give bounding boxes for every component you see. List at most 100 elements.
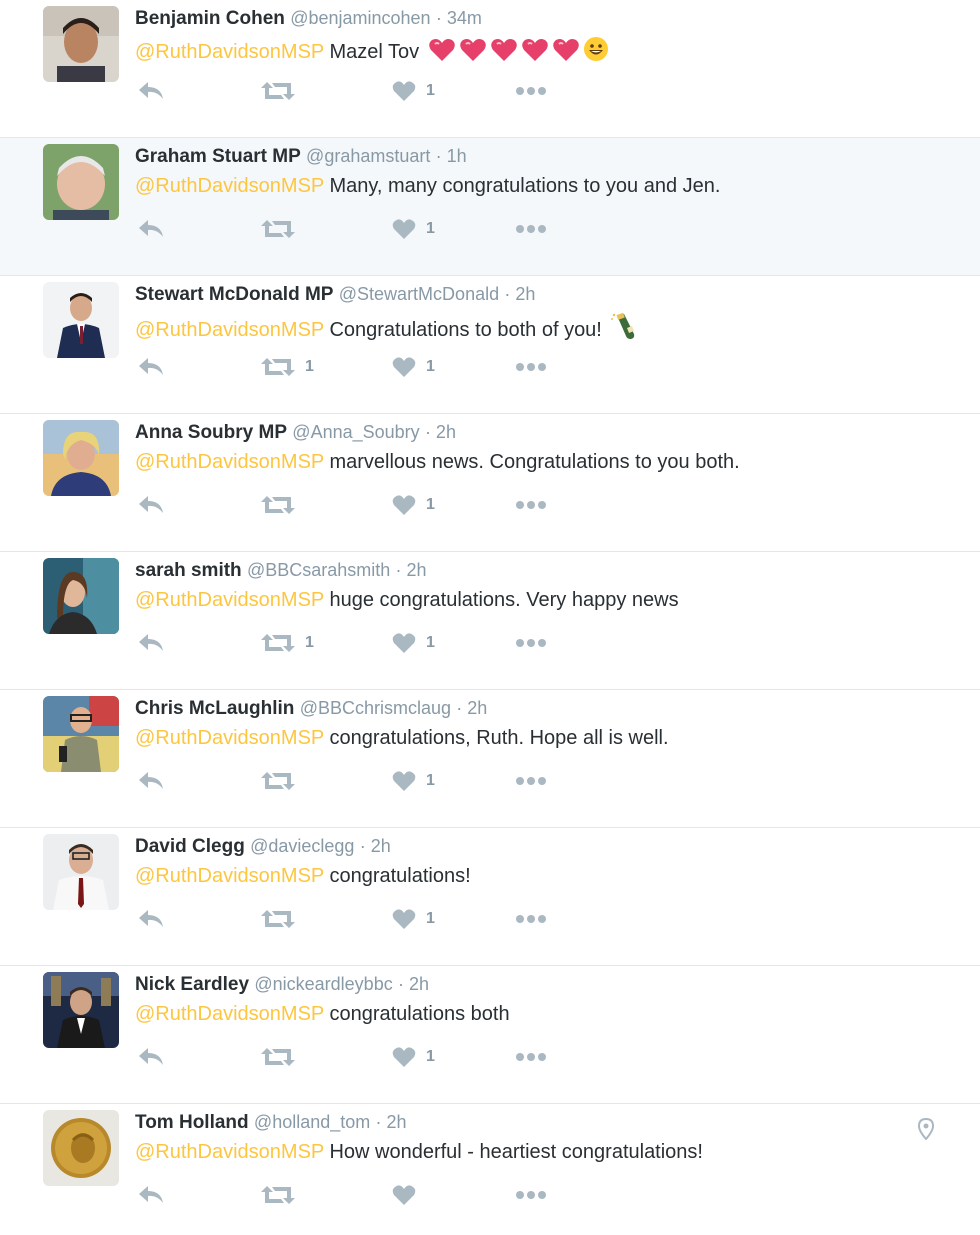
like-button[interactable]: 1 [392,76,435,106]
retweet-button[interactable] [261,490,305,520]
timestamp[interactable]: · 2h [376,1112,407,1132]
avatar[interactable] [43,558,119,634]
reply-button[interactable] [137,76,165,106]
more-icon [515,638,547,648]
user-handle[interactable]: @Anna_Soubry [292,422,419,442]
display-name[interactable]: Anna Soubry MP [135,422,287,443]
tweet[interactable]: Tom Holland @holland_tom · 2h @RuthDavids… [0,1104,980,1235]
tweet[interactable]: Chris McLaughlin @BBCchrismclaug · 2h @Ru… [0,690,980,828]
retweet-button[interactable] [261,904,305,934]
mention-link[interactable]: @RuthDavidsonMSP [135,727,324,749]
mention-link[interactable]: @RuthDavidsonMSP [135,1141,324,1163]
timestamp[interactable]: · 2h [504,284,535,304]
tweet[interactable]: Graham Stuart MP @grahamstuart · 1h @Ruth… [0,138,980,276]
timestamp[interactable]: · 2h [396,560,427,580]
user-handle[interactable]: @nickeardleybbc [254,974,392,994]
display-name[interactable]: Chris McLaughlin [135,698,294,719]
display-name[interactable]: David Clegg [135,836,245,857]
tweet-header: Nick Eardley @nickeardleybbc · 2h [135,973,429,996]
mention-link[interactable]: @RuthDavidsonMSP [135,865,324,887]
more-button[interactable] [515,490,547,520]
mention-link[interactable]: @RuthDavidsonMSP [135,1003,324,1025]
like-button[interactable]: 1 [392,1042,435,1072]
avatar[interactable] [43,282,119,358]
mention-link[interactable]: @RuthDavidsonMSP [135,319,324,341]
mention-link[interactable]: @RuthDavidsonMSP [135,175,324,197]
display-name[interactable]: sarah smith [135,560,242,581]
user-handle[interactable]: @StewartMcDonald [339,284,499,304]
retweet-button[interactable] [261,214,305,244]
more-button[interactable] [515,766,547,796]
avatar[interactable] [43,1110,119,1186]
reply-button[interactable] [137,628,165,658]
display-name[interactable]: Tom Holland [135,1112,249,1133]
retweet-button[interactable]: 1 [261,628,314,658]
more-button[interactable] [515,76,547,106]
avatar[interactable] [43,834,119,910]
reply-button[interactable] [137,352,165,382]
reply-button[interactable] [137,766,165,796]
more-button[interactable] [515,1180,547,1210]
reply-button[interactable] [137,214,165,244]
like-button[interactable]: 1 [392,490,435,520]
tweet[interactable]: Benjamin Cohen @benjamincohen · 34m @Ruth… [0,0,980,138]
avatar[interactable] [43,6,119,82]
more-button[interactable] [515,1042,547,1072]
user-handle[interactable]: @BBCsarahsmith [247,560,390,580]
retweet-icon [261,908,295,930]
display-name[interactable]: Nick Eardley [135,974,249,995]
user-handle[interactable]: @BBCchrismclaug [300,698,451,718]
more-button[interactable] [515,352,547,382]
more-button[interactable] [515,628,547,658]
tweet-header: David Clegg @davieclegg · 2h [135,835,391,858]
retweet-button[interactable] [261,1180,305,1210]
heart-icon [392,1046,416,1068]
reply-icon [137,1184,165,1206]
mention-link[interactable]: @RuthDavidsonMSP [135,41,324,63]
timestamp[interactable]: · 2h [360,836,391,856]
like-button[interactable] [392,1180,426,1210]
more-button[interactable] [515,214,547,244]
tweet[interactable]: Nick Eardley @nickeardleybbc · 2h @RuthDa… [0,966,980,1104]
timestamp[interactable]: · 1h [436,146,467,166]
reply-button[interactable] [137,1180,165,1210]
retweet-button[interactable] [261,766,305,796]
tweet[interactable]: David Clegg @davieclegg · 2h @RuthDavidso… [0,828,980,966]
avatar[interactable] [43,972,119,1048]
user-handle[interactable]: @benjamincohen [290,8,430,28]
like-button[interactable]: 1 [392,628,435,658]
like-button[interactable]: 1 [392,214,435,244]
retweet-icon [261,356,295,378]
avatar[interactable] [43,696,119,772]
mention-link[interactable]: @RuthDavidsonMSP [135,589,324,611]
like-count: 1 [426,82,435,99]
retweet-button[interactable]: 1 [261,352,314,382]
avatar[interactable] [43,420,119,496]
like-button[interactable]: 1 [392,904,435,934]
timestamp[interactable]: · 2h [425,422,456,442]
user-handle[interactable]: @davieclegg [250,836,354,856]
timestamp[interactable]: · 2h [398,974,429,994]
user-handle[interactable]: @grahamstuart [306,146,430,166]
tweet[interactable]: sarah smith @BBCsarahsmith · 2h @RuthDavi… [0,552,980,690]
tweet-actions: 1 [135,904,555,934]
mention-link[interactable]: @RuthDavidsonMSP [135,451,324,473]
user-handle[interactable]: @holland_tom [254,1112,370,1132]
map-pin-icon[interactable] [917,1117,935,1145]
reply-button[interactable] [137,1042,165,1072]
reply-button[interactable] [137,490,165,520]
reply-button[interactable] [137,904,165,934]
tweet[interactable]: Stewart McDonald MP @StewartMcDonald · 2… [0,276,980,414]
timestamp[interactable]: · 34m [436,8,482,28]
display-name[interactable]: Graham Stuart MP [135,146,301,167]
more-button[interactable] [515,904,547,934]
like-button[interactable]: 1 [392,352,435,382]
tweet[interactable]: Anna Soubry MP @Anna_Soubry · 2h @RuthDav… [0,414,980,552]
retweet-button[interactable] [261,76,305,106]
display-name[interactable]: Stewart McDonald MP [135,284,333,305]
display-name[interactable]: Benjamin Cohen [135,8,285,29]
timestamp[interactable]: · 2h [456,698,487,718]
retweet-button[interactable] [261,1042,305,1072]
avatar[interactable] [43,144,119,220]
like-button[interactable]: 1 [392,766,435,796]
